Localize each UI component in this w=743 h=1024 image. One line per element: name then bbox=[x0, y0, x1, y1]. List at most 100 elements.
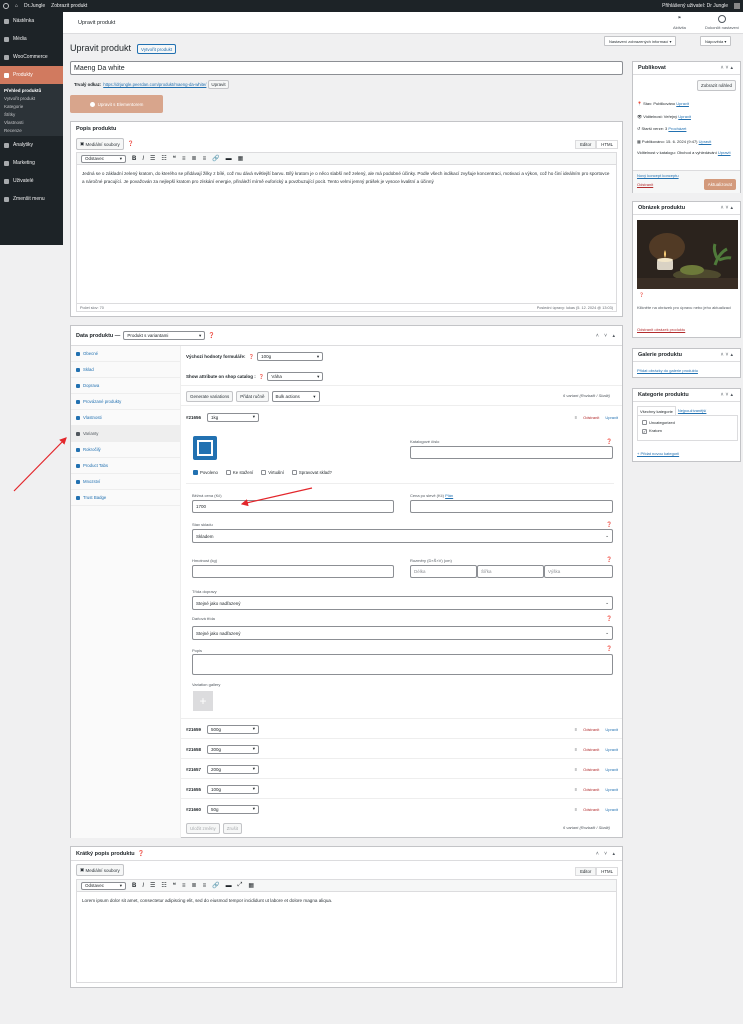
height-input[interactable]: Výška bbox=[544, 565, 613, 578]
description-text[interactable]: Jedná se o základní zelený kratom, do kt… bbox=[77, 165, 616, 190]
add-gallery-image-button[interactable]: + bbox=[193, 691, 213, 711]
permalink-link[interactable]: https://drjungle.peerdan.com/produkt/mae… bbox=[103, 82, 206, 87]
help-icon[interactable]: ❓ bbox=[606, 557, 612, 563]
add-new-product-button[interactable]: Vytvořit produkt bbox=[137, 44, 177, 54]
submenu-item[interactable]: Vytvořit produkt bbox=[0, 94, 63, 102]
remove-variation-link[interactable]: Odstranit bbox=[583, 727, 599, 732]
bold-icon[interactable]: B bbox=[132, 156, 136, 162]
category-item[interactable]: ✓ Kratom bbox=[642, 428, 733, 434]
remove-variation-link[interactable]: Odstranit bbox=[583, 787, 599, 792]
finish-setup-button[interactable]: Dokončit nastavení bbox=[703, 15, 741, 30]
align-center-icon[interactable]: ≣ bbox=[192, 155, 197, 162]
regular-price-input[interactable]: 1700 bbox=[192, 500, 394, 513]
variation-image-icon[interactable] bbox=[193, 436, 217, 460]
blockquote-icon[interactable]: ❝ bbox=[173, 155, 176, 162]
align-right-icon[interactable]: ≡ bbox=[203, 883, 207, 889]
date-edit-link[interactable]: Upravit bbox=[699, 139, 712, 144]
variation-row[interactable]: #21657 200g ▾ ≡ Odstranit Upravit bbox=[186, 763, 618, 775]
box-controls[interactable]: ˄ ˅ ▴ bbox=[596, 851, 617, 857]
variation-attr-select[interactable]: 200g ▾ bbox=[207, 764, 260, 774]
help-icon[interactable]: ❓ bbox=[128, 141, 134, 147]
wordpress-icon[interactable] bbox=[3, 3, 9, 9]
visibility-edit-link[interactable]: Upravit bbox=[678, 114, 691, 119]
data-tab[interactable]: Sklad bbox=[71, 362, 180, 378]
sidebar-item-uživatelé[interactable]: Uživatelé bbox=[0, 172, 63, 190]
default-value-select[interactable]: 100g ▾ bbox=[257, 352, 324, 361]
editor-tab-html[interactable]: HTML bbox=[596, 140, 618, 149]
status-edit-link[interactable]: Upravit bbox=[676, 101, 689, 106]
tab-most-used[interactable]: Nejpoužívanější bbox=[676, 406, 708, 415]
avatar[interactable] bbox=[734, 3, 740, 9]
submenu-item[interactable]: Kategorie bbox=[0, 102, 63, 110]
downloadable-checkbox[interactable]: Ke stažení bbox=[225, 470, 253, 476]
toolbar-toggle-icon[interactable]: ▦ bbox=[248, 882, 254, 889]
shipping-class-select[interactable]: Stejné jako nadřazený ⌄ bbox=[192, 596, 613, 610]
data-tab[interactable]: Trust Badge bbox=[71, 490, 180, 506]
remove-image-link[interactable]: Odstranit obrázek produktu bbox=[637, 327, 685, 332]
product-type-select[interactable]: Produkt s variantami ▾ bbox=[123, 331, 206, 340]
data-tab[interactable]: Obecné bbox=[71, 346, 180, 362]
variation-attr-select[interactable]: 50g ▾ bbox=[207, 804, 260, 814]
format-select[interactable]: Odstavec ▾ bbox=[81, 154, 126, 163]
remove-variation-link[interactable]: Odstranit bbox=[583, 747, 599, 752]
align-right-icon[interactable]: ≡ bbox=[203, 156, 207, 162]
save-changes-button[interactable]: Uložit změny bbox=[186, 823, 220, 834]
submenu-item[interactable]: Vlastnosti bbox=[0, 118, 63, 126]
toolbar-toggle-icon[interactable]: ▦ bbox=[238, 155, 244, 162]
screen-options-button[interactable]: Nastavení zobrazených informací ▾ bbox=[604, 36, 677, 46]
edit-variation-link[interactable]: Upravit bbox=[605, 767, 618, 772]
editor-tab-html[interactable]: HTML bbox=[596, 867, 618, 876]
add-category-link[interactable]: + Přidat novou kategorii bbox=[637, 451, 679, 456]
box-controls[interactable]: ˄˅▴ bbox=[721, 392, 735, 398]
box-controls[interactable]: ˄˅▴ bbox=[721, 352, 735, 358]
add-manually-button[interactable]: Přidat ručně bbox=[236, 391, 269, 402]
sale-price-input[interactable] bbox=[410, 500, 613, 513]
sidebar-item-média[interactable]: Média bbox=[0, 30, 63, 48]
edit-variation-link[interactable]: Upravit bbox=[605, 807, 618, 812]
view-product-link[interactable]: Zobrazit produkt bbox=[51, 3, 87, 9]
edit-variation-link[interactable]: Upravit bbox=[605, 415, 618, 420]
help-icon[interactable]: ❓ bbox=[138, 851, 145, 857]
bold-icon[interactable]: B bbox=[132, 883, 136, 889]
drag-handle-icon[interactable]: ≡ bbox=[575, 727, 577, 732]
remove-variation-link[interactable]: Odstranit bbox=[583, 767, 599, 772]
box-controls[interactable]: ˄ ˅ ▴ bbox=[596, 333, 617, 339]
site-name-link[interactable]: Dr.Jungle bbox=[24, 3, 45, 9]
data-tab[interactable]: Provázané produkty bbox=[71, 394, 180, 410]
submenu-item[interactable]: Přehled produktů bbox=[0, 86, 63, 94]
update-button[interactable]: Aktualizovat bbox=[703, 179, 736, 190]
variation-attr-select[interactable]: 300g ▾ bbox=[207, 744, 260, 754]
variation-row[interactable]: #21656 1kg ▾ ≡ Odstranit Upravit bbox=[186, 411, 618, 423]
drag-handle-icon[interactable]: ≡ bbox=[575, 787, 577, 792]
link-icon[interactable]: 🔗 bbox=[212, 882, 219, 889]
help-icon[interactable]: ❓ bbox=[259, 374, 265, 380]
remove-variation-link[interactable]: Odstranit bbox=[583, 415, 599, 420]
italic-icon[interactable]: I bbox=[142, 156, 144, 162]
box-controls[interactable]: ˄˅▴ bbox=[721, 205, 735, 211]
bullet-list-icon[interactable]: ☰ bbox=[150, 155, 155, 162]
revisions-link[interactable]: Procházet bbox=[668, 126, 686, 131]
submenu-item[interactable]: Štítky bbox=[0, 110, 63, 118]
align-center-icon[interactable]: ≣ bbox=[192, 882, 197, 889]
schedule-link[interactable]: Plán bbox=[445, 493, 453, 498]
trash-link[interactable]: Odstranit bbox=[637, 182, 653, 187]
variation-row[interactable]: #21659 500g ▾ ≡ Odstranit Upravit bbox=[186, 723, 618, 735]
submenu-item[interactable]: Recenze bbox=[0, 126, 63, 134]
virtual-checkbox[interactable]: Virtuální bbox=[261, 470, 284, 476]
copy-draft-link[interactable]: Nový koncept konceptu bbox=[637, 173, 679, 178]
drag-handle-icon[interactable]: ≡ bbox=[575, 747, 577, 752]
drag-handle-icon[interactable]: ≡ bbox=[575, 807, 577, 812]
show-attribute-select[interactable]: Váha ▾ bbox=[267, 372, 324, 381]
help-icon[interactable]: ❓ bbox=[606, 646, 612, 652]
add-gallery-link[interactable]: Přidat obrázky do galerie produktu bbox=[637, 368, 698, 373]
data-tab[interactable]: Rokročilý bbox=[71, 442, 180, 458]
numbered-list-icon[interactable]: ☷ bbox=[161, 882, 166, 889]
variation-attr-select[interactable]: 1kg ▾ bbox=[207, 412, 260, 422]
fullscreen-icon[interactable]: ⤢ bbox=[238, 882, 243, 889]
permalink-edit-button[interactable]: Upravit bbox=[208, 80, 229, 89]
generate-variations-button[interactable]: Generate variations bbox=[186, 391, 234, 402]
data-tab[interactable]: Doprava bbox=[71, 378, 180, 394]
align-left-icon[interactable]: ≡ bbox=[182, 156, 186, 162]
sidebar-item-produkty[interactable]: Produkty bbox=[0, 66, 63, 84]
product-title-input[interactable]: Maeng Da white bbox=[70, 61, 623, 75]
